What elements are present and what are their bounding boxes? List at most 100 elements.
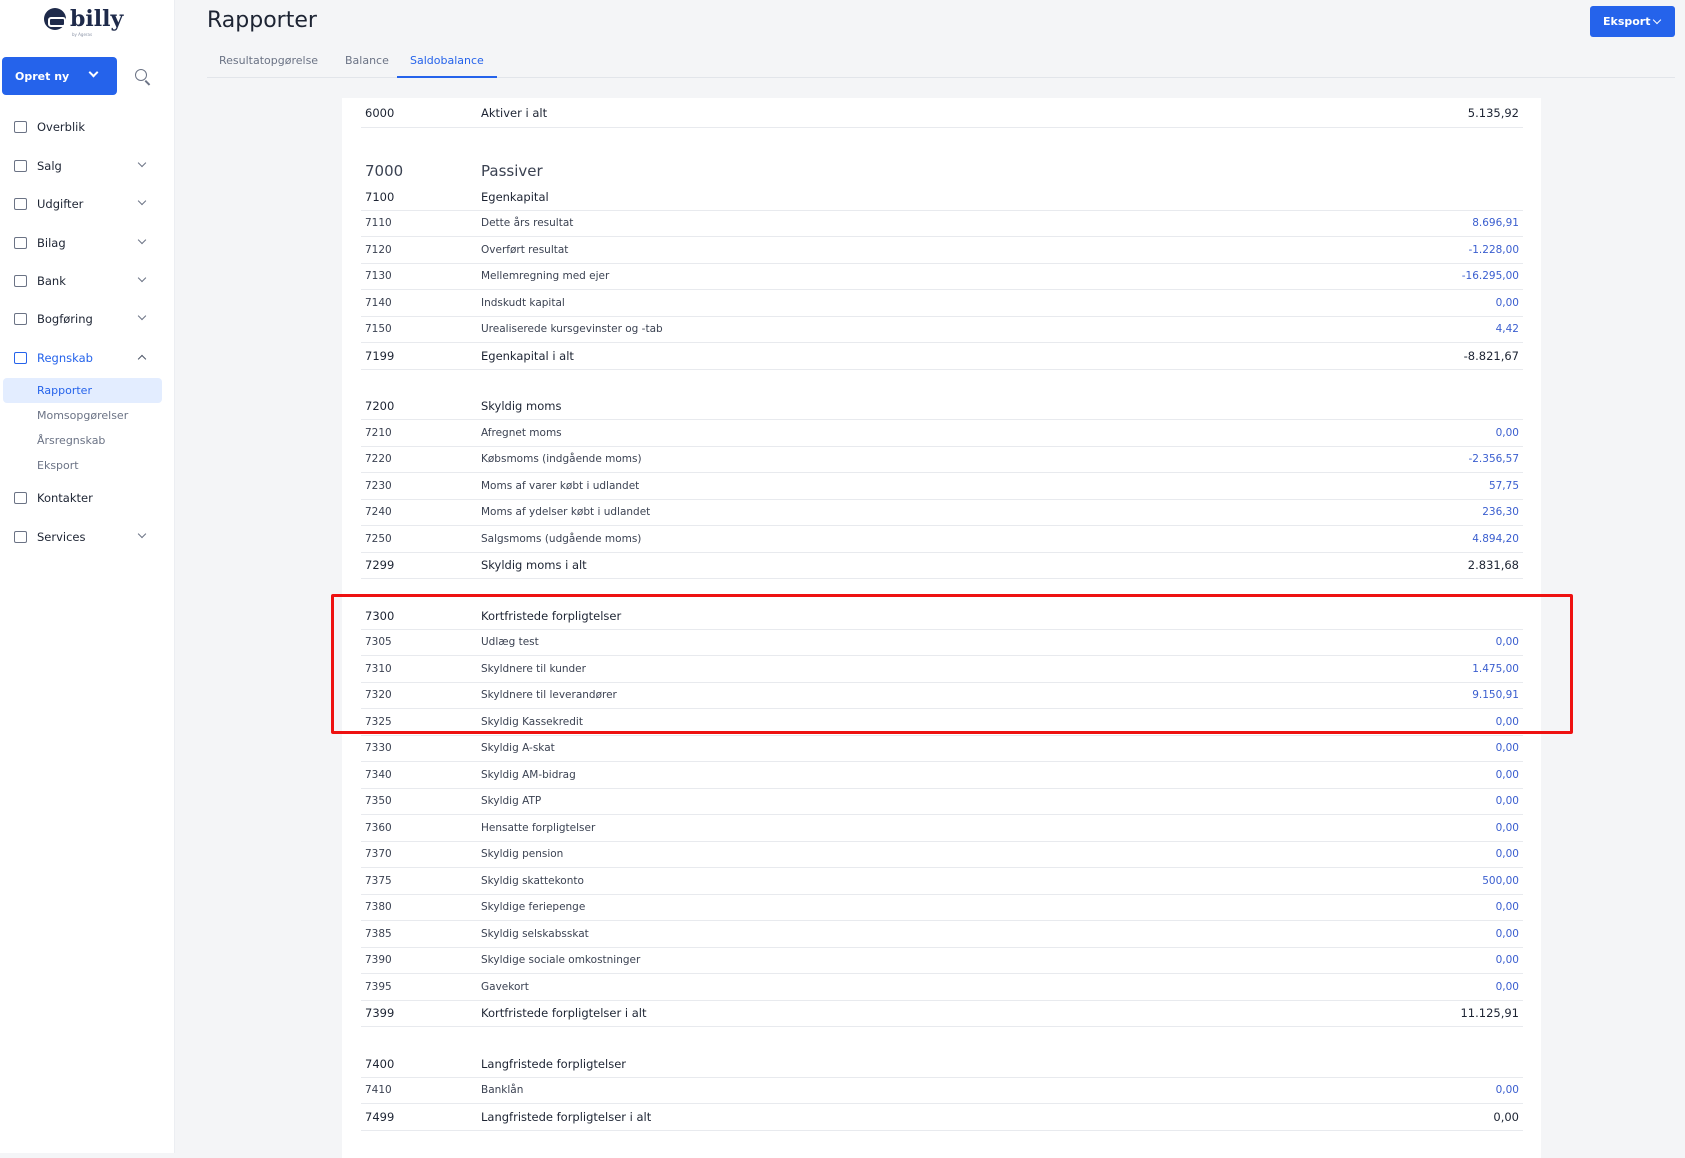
- account-balance[interactable]: 0,00: [1496, 297, 1519, 309]
- account-balance[interactable]: 0,00: [1496, 427, 1519, 439]
- search-icon[interactable]: [135, 69, 147, 81]
- account-balance[interactable]: -16.295,00: [1462, 270, 1519, 282]
- account-name: Salgsmoms (udgående moms): [481, 532, 642, 545]
- account-code: 7400: [365, 1056, 395, 1071]
- export-button[interactable]: Eksport: [1590, 6, 1675, 37]
- sidebar-item-salg[interactable]: Salg: [0, 154, 175, 178]
- account-name: Kortfristede forpligtelser i alt: [481, 1006, 647, 1021]
- account-code: 7299: [365, 558, 395, 573]
- main-content: Rapporter Eksport Resultatopgørelse Bala…: [175, 0, 1685, 1158]
- sidebar-item-label: Overblik: [37, 120, 86, 134]
- account-balance[interactable]: 0,00: [1496, 822, 1519, 834]
- account-name: Indskudt kapital: [481, 296, 565, 309]
- account-name: Skyldige sociale omkostninger: [481, 954, 641, 967]
- sidebar-subitem[interactable]: Eksport: [3, 453, 162, 478]
- table-row: 7110 Dette års resultat 8.696,91: [361, 211, 1523, 237]
- account-balance[interactable]: 0,00: [1496, 954, 1519, 966]
- image-icon: [14, 237, 27, 249]
- account-code: 7320: [365, 689, 392, 702]
- table-row: 7499 Langfristede forpligtelser i alt 0,00: [361, 1104, 1523, 1131]
- tab-saldobalance[interactable]: Saldobalance: [397, 54, 497, 78]
- account-code: 7000: [365, 161, 404, 180]
- billy-logo[interactable]: billy by Ageras: [44, 8, 123, 37]
- table-row: 7199 Egenkapital i alt -8.821,67: [361, 343, 1523, 370]
- sidebar-subitem[interactable]: Årsregnskab: [3, 428, 162, 453]
- account-balance[interactable]: -2.356,57: [1468, 453, 1519, 465]
- account-balance[interactable]: 0,00: [1496, 795, 1519, 807]
- trial-balance-card: 6000 Aktiver i alt 5.135,92 7000 Passiver 710…: [342, 98, 1541, 1158]
- tab-balance[interactable]: Balance: [345, 54, 389, 78]
- account-name: Overført resultat: [481, 243, 569, 256]
- account-balance[interactable]: 57,75: [1489, 480, 1519, 492]
- create-new-button[interactable]: Opret ny: [2, 57, 117, 95]
- account-balance[interactable]: 0,00: [1496, 1084, 1519, 1096]
- account-balance[interactable]: 4.894,20: [1472, 533, 1519, 545]
- account-name: Udlæg test: [481, 636, 539, 649]
- sidebar: billy by Ageras Opret ny Overblik Salg Udg…: [0, 0, 175, 1153]
- account-balance[interactable]: 0,00: [1496, 901, 1519, 913]
- account-balance: -8.821,67: [1463, 348, 1519, 363]
- account-balance[interactable]: 236,30: [1482, 506, 1519, 518]
- table-row: 7150 Urealiserede kursgevinster og -tab 4,…: [361, 317, 1523, 343]
- sidebar-subitem[interactable]: Rapporter: [3, 378, 162, 403]
- account-balance[interactable]: 0,00: [1496, 636, 1519, 648]
- account-balance[interactable]: 4,42: [1496, 323, 1519, 335]
- export-label: Eksport: [1603, 15, 1651, 28]
- account-code: 7140: [365, 296, 392, 309]
- account-balance: 2.831,68: [1467, 558, 1519, 573]
- account-name: Skyldig AM-bidrag: [481, 768, 576, 781]
- sidebar-item-regnskab[interactable]: Regnskab: [0, 346, 175, 370]
- table-row: 7230 Moms af varer købt i udlandet 57,75: [361, 473, 1523, 500]
- account-name: Langfristede forpligtelser i alt: [481, 1109, 652, 1124]
- account-balance[interactable]: -1.228,00: [1468, 244, 1519, 256]
- account-balance[interactable]: 0,00: [1496, 981, 1519, 993]
- account-code: 7390: [365, 954, 392, 967]
- sidebar-item-bank[interactable]: Bank: [0, 269, 175, 293]
- chevron-down-icon: [137, 311, 147, 321]
- chevron-down-icon: [1652, 15, 1662, 25]
- account-balance[interactable]: 1.475,00: [1472, 663, 1519, 675]
- account-code: 7305: [365, 636, 392, 649]
- account-code: 7210: [365, 426, 392, 439]
- account-name: Egenkapital i alt: [481, 348, 574, 363]
- account-code: 7399: [365, 1006, 395, 1021]
- tab-resultatopgorelse[interactable]: Resultatopgørelse: [219, 54, 318, 78]
- account-name: Kortfristede forpligtelser: [481, 608, 622, 623]
- account-balance[interactable]: 0,00: [1496, 848, 1519, 860]
- sidebar-item-overblik[interactable]: Overblik: [0, 115, 175, 139]
- sidebar-subitem[interactable]: Momsopgørelser: [3, 403, 162, 428]
- chevron-up-icon: [137, 354, 147, 364]
- account-name: Skyldnere til leverandører: [481, 689, 617, 702]
- table-row: 7250 Salgsmoms (udgående moms) 4.894,20: [361, 526, 1523, 553]
- account-balance[interactable]: 0,00: [1496, 716, 1519, 728]
- sidebar-item-bilag[interactable]: Bilag: [0, 231, 175, 255]
- calculator-icon: [14, 313, 27, 325]
- sidebar-item-label: Regnskab: [37, 351, 93, 365]
- account-code: 7230: [365, 479, 392, 492]
- table-row: 7310 Skyldnere til kunder 1.475,00: [361, 656, 1523, 683]
- sidebar-item-label: Bilag: [37, 236, 66, 250]
- sidebar-item-label: Udgifter: [37, 197, 84, 211]
- table-row: 6000 Aktiver i alt 5.135,92: [361, 98, 1523, 128]
- account-balance[interactable]: 500,00: [1482, 875, 1519, 887]
- account-name: Skyldig A-skat: [481, 742, 555, 755]
- sidebar-item-kontakter[interactable]: Kontakter: [0, 486, 175, 510]
- account-balance[interactable]: 8.696,91: [1472, 217, 1519, 229]
- sidebar-item-bogforing[interactable]: Bogføring: [0, 307, 175, 331]
- table-row: 7330 Skyldig A-skat 0,00: [361, 736, 1523, 762]
- account-name: Købsmoms (indgående moms): [481, 453, 642, 466]
- account-code: 7330: [365, 742, 392, 755]
- account-balance[interactable]: 9.150,91: [1472, 689, 1519, 701]
- account-balance[interactable]: 0,00: [1496, 928, 1519, 940]
- account-balance[interactable]: 0,00: [1496, 742, 1519, 754]
- account-name: Moms af varer købt i udlandet: [481, 479, 640, 492]
- account-name: Skyldige feriepenge: [481, 901, 586, 914]
- account-balance: 0,00: [1493, 1109, 1519, 1124]
- sidebar-item-udgifter[interactable]: Udgifter: [0, 192, 175, 216]
- chevron-down-icon: [137, 235, 147, 245]
- report-icon: [14, 352, 27, 364]
- wallet-icon: [14, 160, 27, 172]
- account-balance[interactable]: 0,00: [1496, 769, 1519, 781]
- receipt-icon: [14, 198, 27, 210]
- sidebar-item-services[interactable]: Services: [0, 525, 175, 549]
